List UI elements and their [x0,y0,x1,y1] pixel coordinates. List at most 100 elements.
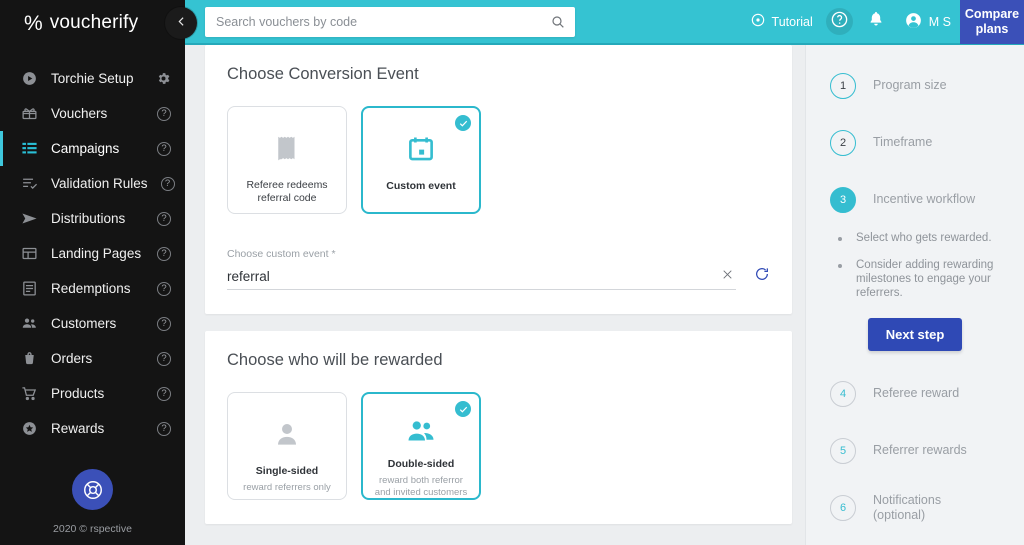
custom-event-input-wrapper[interactable] [227,268,736,290]
copyright-text: 2020 © rspective [53,523,132,535]
help-button[interactable] [825,8,853,35]
wizard-step-timeframe[interactable]: 2 Timeframe [806,114,1024,171]
user-menu[interactable]: M S [895,0,960,44]
bullet-icon [838,264,842,268]
percent-icon: % [24,11,43,35]
wizard-step-label: Referee reward [873,386,960,400]
content-area: Choose Conversion Event Referee redeems … [185,45,1024,545]
main-column: Choose Conversion Event Referee redeems … [185,45,805,545]
wizard-next-wrapper: Next step [806,313,1024,365]
wizard-step-program-size[interactable]: 1 Program size [806,57,1024,114]
check-circle-icon [455,401,471,417]
custom-event-input[interactable] [227,268,719,284]
sidebar-collapse-button[interactable] [165,7,197,39]
refresh-icon[interactable] [754,266,770,290]
sidebar-item-products[interactable]: Products ? [0,376,185,411]
app-body: Tutorial M S [185,0,1024,545]
notifications-button[interactable] [857,10,895,33]
sidebar-item-distributions[interactable]: Distributions ? [0,201,185,236]
wizard-panel: 1 Program size 2 Timeframe 3 Incentive w… [805,45,1024,545]
help-icon[interactable]: ? [160,176,175,191]
wizard-step-notifications[interactable]: 6 Notifications (optional) [806,479,1024,536]
conversion-event-title: Choose Conversion Event [227,65,419,83]
gear-icon[interactable] [156,71,171,86]
sidebar-item-orders[interactable]: Orders ? [0,341,185,376]
help-icon[interactable]: ? [157,246,171,261]
brand-logo[interactable]: % voucherify [0,0,185,46]
wizard-step-number: 3 [830,186,856,213]
person-icon [272,415,302,453]
send-icon [21,210,38,227]
basket-icon [21,350,38,367]
help-icon[interactable]: ? [157,421,171,436]
sidebar-item-torchie-setup[interactable]: Torchie Setup [0,61,185,96]
tutorial-label: Tutorial [771,14,813,29]
custom-event-field-block: Choose custom event * [227,248,770,290]
life-ring-icon[interactable] [72,469,113,510]
sidebar-item-validation-rules[interactable]: Validation Rules ? [0,166,185,201]
tile-double-sided[interactable]: Double-sided reward both referror and in… [361,392,481,500]
help-icon[interactable]: ? [157,281,171,296]
sidebar-footer: 2020 © rspective [0,469,185,545]
wizard-step-incentive-workflow[interactable]: 3 Incentive workflow [806,171,1024,228]
next-step-button[interactable]: Next step [867,318,963,351]
play-circle-icon [21,70,38,87]
wizard-step-label: Referrer rewards [873,443,967,457]
tile-referee-redeems[interactable]: Referee redeems referral code [227,106,347,214]
tile-label: Single-sided [255,465,319,477]
document-icon [21,280,38,297]
wizard-step-metadata[interactable]: 7 Metadata (optional) [806,536,1024,545]
search-input[interactable] [216,14,550,29]
sidebar-item-vouchers[interactable]: Vouchers ? [0,96,185,131]
gift-icon [21,105,38,122]
sidebar-item-label: Landing Pages [51,246,142,261]
search-box[interactable] [205,6,575,37]
chevron-left-icon [175,15,188,31]
compare-plans-button[interactable]: Compare plans [960,0,1024,44]
sidebar-item-label: Campaigns [51,141,120,156]
help-icon[interactable]: ? [157,351,171,366]
help-icon[interactable]: ? [157,141,171,156]
sidebar-item-label: Vouchers [51,106,108,121]
wizard-step-label: Timeframe [873,135,933,149]
sidebar-item-campaigns[interactable]: Campaigns ? [0,131,185,166]
left-sidebar: % voucherify Torchie Setup Vouchers ? Ca… [0,0,185,545]
tutorial-button[interactable]: Tutorial [741,0,822,44]
sidebar-item-label: Redemptions [51,281,131,296]
close-icon[interactable] [719,268,736,284]
tile-custom-event[interactable]: Custom event [361,106,481,214]
user-initials: M S [928,14,951,29]
wizard-hint: Select who gets rewarded. [838,231,1008,245]
help-icon[interactable]: ? [157,316,171,331]
sidebar-item-customers[interactable]: Customers ? [0,306,185,341]
help-icon[interactable]: ? [157,386,171,401]
wizard-step-number: 2 [830,129,856,156]
who-rewarded-card: Choose who will be rewarded Single-sided… [205,331,792,524]
custom-event-field-label: Choose custom event * [227,248,336,260]
custom-event-field-row [227,266,770,290]
sidebar-item-redemptions[interactable]: Redemptions ? [0,271,185,306]
sidebar-item-rewards[interactable]: Rewards ? [0,411,185,446]
question-circle-icon [830,10,849,34]
search-icon[interactable] [550,14,566,30]
sidebar-item-label: Distributions [51,211,126,226]
tile-label: Custom event [386,180,456,192]
sidebar-item-label: Torchie Setup [51,71,134,86]
help-icon[interactable]: ? [157,106,171,121]
people-icon [406,416,436,446]
check-circle-icon [455,115,471,131]
wizard-step-label: Program size [873,78,947,92]
wizard-step-label: Incentive workflow [873,192,976,206]
help-icon[interactable]: ? [157,211,171,226]
wizard-step-referrer-rewards[interactable]: 5 Referrer rewards [806,422,1024,479]
bell-icon [867,10,885,33]
wizard-hint: Consider adding rewarding milestones to … [838,258,1008,300]
wizard-step-number: 4 [830,380,856,407]
tile-single-sided[interactable]: Single-sided reward referrers only [227,392,347,500]
sidebar-item-landing-pages[interactable]: Landing Pages ? [0,236,185,271]
cart-icon [21,385,38,402]
wizard-hint-text: Consider adding rewarding milestones to … [856,259,994,299]
tile-sublabel: reward referrers only [243,482,331,493]
wizard-step-referee-reward[interactable]: 4 Referee reward [806,365,1024,422]
layout-icon [21,245,38,262]
